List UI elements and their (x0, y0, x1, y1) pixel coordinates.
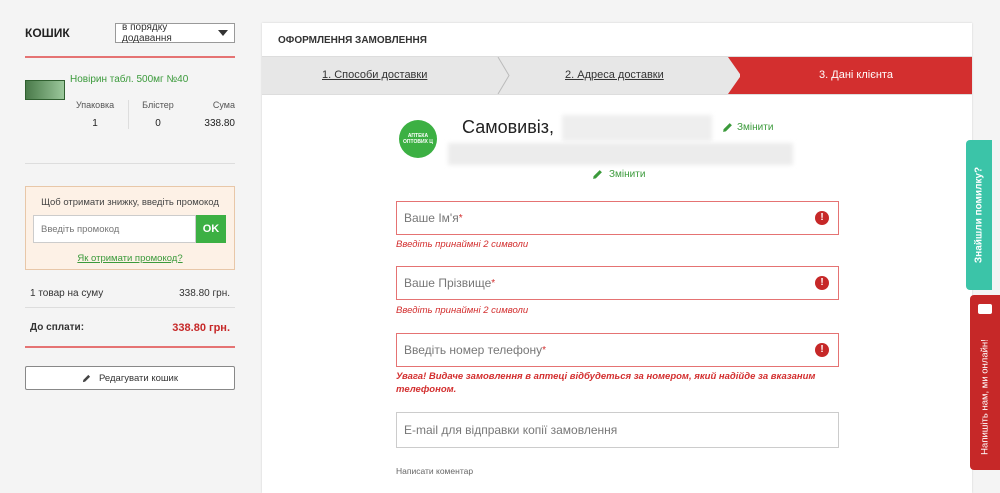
email-field[interactable]: E-mail для відправки копії замовлення (396, 412, 839, 448)
change-store-link[interactable]: Змінити (722, 122, 773, 133)
checkout-steps: 1. Способи доставки 2. Адреса доставки 3… (262, 56, 972, 95)
phone-placeholder: Введіть номер телефону (404, 343, 543, 357)
cart-item: Новірин табл. 500мг №40 Упаковка 1 Бліст… (25, 58, 235, 164)
error-icon: ! (815, 211, 829, 225)
change-label: Змінити (609, 169, 646, 180)
sum-label: Сума (212, 100, 235, 110)
cart-title: КОШИК (25, 26, 70, 40)
step-delivery-address[interactable]: 2. Адреса доставки (565, 57, 664, 94)
step-separator-icon (497, 57, 510, 94)
pickup-label: Самовивіз, (462, 117, 555, 137)
email-placeholder: E-mail для відправки копії замовлення (404, 423, 618, 437)
step-client-data[interactable]: 3. Дані клієнта (740, 57, 972, 94)
item-quantities: Упаковка 1 Блістер 0 Сума 338.80 (70, 100, 235, 129)
phone-warning: Увага! Видаче замовлення в аптеці відбуд… (396, 371, 816, 395)
change-label: Змінити (737, 122, 774, 133)
edit-cart-label: Редагувати кошик (99, 372, 178, 384)
phone-field[interactable]: Введіть номер телефону * ! (396, 333, 839, 367)
first-name-field[interactable]: Ваше Ім'я * ! (396, 201, 839, 235)
sort-select-value: в порядку додавання (122, 22, 172, 44)
checkout-title: ОФОРМЛЕННЯ ЗАМОВЛЕННЯ (278, 35, 427, 46)
blurred-store-address (448, 143, 793, 165)
pharmacy-logo: АПТЕКА ОПТОВИХ Ц (399, 120, 437, 158)
edit-cart-button[interactable]: Редагувати кошик (25, 366, 235, 390)
blister-qty[interactable]: 0 (129, 118, 187, 129)
last-name-placeholder: Ваше Прізвище (404, 276, 492, 290)
pencil-icon (723, 123, 732, 132)
first-name-placeholder: Ваше Ім'я (404, 211, 459, 225)
items-sum-value: 338.80 грн. (179, 288, 230, 299)
items-sum-row: 1 товар на суму 338.80 грн. (25, 280, 235, 307)
blister-label: Блістер (142, 100, 174, 110)
pencil-icon (593, 170, 602, 179)
pack-label: Упаковка (75, 100, 115, 110)
blurred-store-name (562, 115, 712, 141)
total-row: До сплати: 338.80 грн. (25, 307, 235, 348)
pickup-store: АПТЕКА ОПТОВИХ Ц Самовивіз, Змінити Змін… (262, 95, 972, 215)
total-value: 338.80 грн. (172, 322, 230, 334)
promo-ok-button[interactable]: OK (196, 215, 226, 243)
report-error-label: Знайшли помилку? (973, 166, 985, 264)
promo-input[interactable]: Введіть промокод (33, 215, 196, 243)
step-delivery-method[interactable]: 1. Способи доставки (322, 57, 427, 94)
pack-qty[interactable]: 1 (70, 118, 120, 129)
cart-summary: 1 товар на суму 338.80 грн. До сплати: 3… (25, 280, 235, 348)
required-mark: * (542, 344, 547, 356)
sort-select[interactable]: в порядку додавання (115, 22, 235, 44)
chat-bubble-icon (978, 304, 992, 314)
promo-help-link[interactable]: Як отримати промокод? (26, 253, 234, 264)
cart-panel: КОШИК в порядку додавання Новірин табл. … (25, 18, 235, 390)
pencil-icon (82, 374, 91, 382)
pack-column: Упаковка 1 (70, 100, 120, 129)
required-mark: * (458, 212, 463, 224)
blister-column: Блістер 0 (128, 100, 187, 129)
chat-button[interactable]: Напишіть нам, ми онлайн! (970, 295, 1000, 470)
item-sum: 338.80 (204, 118, 235, 129)
chevron-down-icon (218, 30, 228, 36)
checkout-panel: ОФОРМЛЕННЯ ЗАМОВЛЕННЯ 1. Способи доставк… (262, 23, 972, 493)
report-error-button[interactable]: Знайшли помилку? (966, 140, 992, 290)
error-icon: ! (815, 276, 829, 290)
change-address-link[interactable]: Змінити (592, 169, 645, 180)
promo-box: Щоб отримати знижку, введіть промокод Вв… (25, 186, 235, 270)
product-image[interactable] (25, 80, 65, 100)
chat-label: Напишіть нам, ми онлайн! (979, 338, 991, 455)
cart-header: КОШИК в порядку додавання (25, 18, 235, 58)
first-name-error: Введіть принаймні 2 символи (396, 239, 529, 250)
sum-column: Сума 338.80 (187, 100, 235, 129)
last-name-field[interactable]: Ваше Прізвище * ! (396, 266, 839, 300)
promo-text: Щоб отримати знижку, введіть промокод (41, 197, 219, 208)
required-mark: * (491, 277, 496, 289)
promo-row: Введіть промокод OK (33, 215, 226, 243)
last-name-error: Введіть принаймні 2 символи (396, 305, 529, 316)
items-sum-label: 1 товар на суму (30, 288, 104, 299)
total-label: До сплати: (30, 322, 85, 333)
product-name-link[interactable]: Новірин табл. 500мг №40 (70, 74, 188, 85)
error-icon: ! (815, 343, 829, 357)
